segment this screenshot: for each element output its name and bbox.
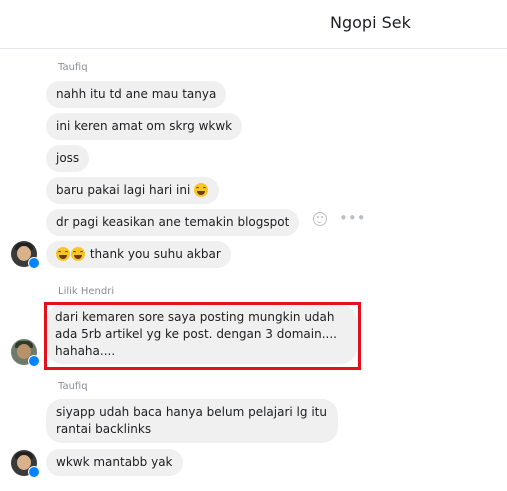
laughing-emoji-icon: [194, 183, 209, 197]
laughing-emoji-icon: [56, 247, 70, 261]
smiley-react-icon[interactable]: [313, 212, 327, 226]
sender-name: Taufiq: [58, 62, 88, 73]
message-text: thank you suhu akbar: [89, 247, 221, 261]
message-text: joss: [56, 151, 80, 165]
message-bubble[interactable]: ini keren amat om skrg wkwk: [46, 113, 243, 140]
message-bubble[interactable]: nahh itu td ane mau tanya: [46, 81, 227, 108]
avatar[interactable]: [11, 241, 40, 269]
messenger-badge-icon: [28, 355, 40, 367]
sender-name: Lilik Hendri: [58, 286, 115, 297]
message-text: ini keren amat om skrg wkwk: [56, 119, 233, 133]
message-bubble[interactable]: wkwk mantabb yak: [46, 449, 183, 476]
message-text: dr pagi keasikan ane temakin blogspot: [56, 215, 290, 229]
avatar[interactable]: [11, 339, 40, 367]
message-text: baru pakai lagi hari ini: [56, 183, 191, 197]
messenger-badge-icon: [28, 257, 40, 269]
avatar[interactable]: [11, 450, 40, 478]
more-options-icon[interactable]: •••: [339, 211, 366, 226]
sender-name: Taufiq: [58, 381, 88, 392]
message-bubble[interactable]: baru pakai lagi hari ini: [46, 177, 220, 204]
conversation-header: Ngopi Sek: [0, 0, 507, 49]
message-bubble[interactable]: siyapp udah baca hanya belum pelajari lg…: [46, 399, 338, 443]
message-text: siyapp udah baca hanya belum pelajari lg…: [56, 405, 327, 436]
message-bubble[interactable]: dr pagi keasikan ane temakin blogspot: [46, 209, 300, 236]
conversation-title[interactable]: Ngopi Sek: [330, 13, 411, 32]
message-bubble[interactable]: thank you suhu akbar: [46, 241, 231, 268]
message-text: nahh itu td ane mau tanya: [56, 87, 217, 101]
message-bubble[interactable]: joss: [46, 145, 90, 172]
laughing-emoji-icon: [71, 247, 85, 261]
message-text: wkwk mantabb yak: [56, 455, 173, 469]
message-actions: •••: [313, 211, 366, 229]
highlight-box: [44, 302, 361, 370]
messenger-badge-icon: [28, 466, 40, 478]
